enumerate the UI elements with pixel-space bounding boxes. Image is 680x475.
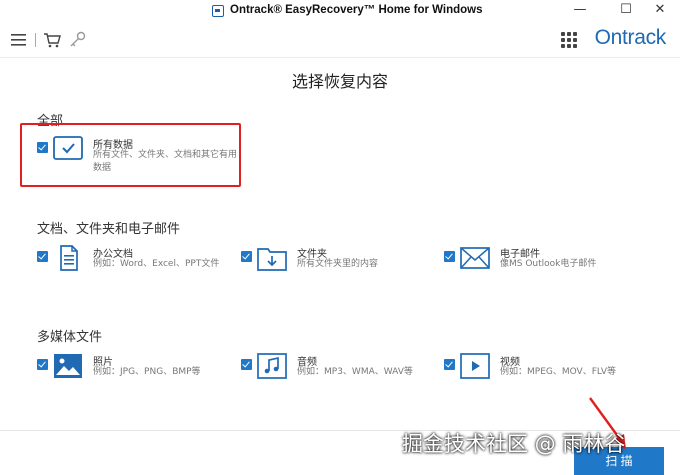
photo-icon [54,354,82,378]
folder-icon [257,248,287,271]
audio-checkbox[interactable] [241,359,252,370]
document-icon [60,245,78,271]
highlight-box [20,123,241,187]
toolbar-divider [35,33,36,47]
folders-checkbox[interactable] [241,251,252,262]
app-icon [212,5,224,17]
window-title: Ontrack® EasyRecovery™ Home for Windows [230,4,483,16]
toolbar: Ontrack [0,24,680,58]
music-icon [257,353,287,379]
option-office-docs[interactable]: 办公文档 例如：Word、Excel、PPT文件 [37,245,237,291]
folders-desc: 所有文件夹里的内容 [297,259,379,269]
option-folders[interactable]: 文件夹 所有文件夹里的内容 [241,245,441,291]
cart-icon[interactable] [42,30,62,50]
option-photos[interactable]: 照片 例如：JPG、PNG、BMP等 [37,353,237,399]
photos-checkbox[interactable] [37,359,48,370]
office-docs-checkbox[interactable] [37,251,48,262]
apps-grid-icon[interactable] [561,32,577,48]
option-video[interactable]: 视频 例如：MPEG、MOV、FLV等 [444,353,644,399]
menu-icon[interactable] [9,30,29,50]
section-title-media: 多媒体文件 [37,330,103,345]
key-icon[interactable] [68,30,88,50]
title-bar: Ontrack® EasyRecovery™ Home for Windows … [0,0,680,24]
video-icon [460,353,490,379]
minimize-button[interactable]: — [560,0,600,22]
option-audio[interactable]: 音频 例如：MP3、WMA、WAV等 [241,353,441,399]
audio-desc: 例如：MP3、WMA、WAV等 [297,367,413,377]
photos-desc: 例如：JPG、PNG、BMP等 [93,367,201,377]
video-desc: 例如：MPEG、MOV、FLV等 [500,367,617,377]
email-icon [460,247,490,269]
option-email[interactable]: 电子邮件 像MS Outlook电子邮件 [444,245,644,291]
page-title: 选择恢复内容 [291,72,388,91]
brand-logo: Ontrack [594,26,667,49]
close-button[interactable]: ✕ [640,0,680,22]
email-desc: 像MS Outlook电子邮件 [500,259,597,269]
section-title-docs: 文档、文件夹和电子邮件 [37,222,181,237]
video-checkbox[interactable] [444,359,455,370]
watermark-text: 掘金技术社区 @ 雨林谷 [402,432,626,456]
email-checkbox[interactable] [444,251,455,262]
office-docs-desc: 例如：Word、Excel、PPT文件 [93,259,220,269]
